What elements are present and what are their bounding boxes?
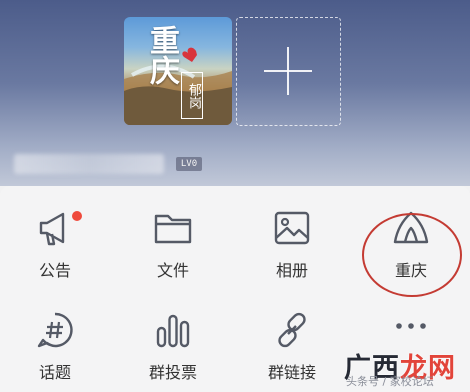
group-cover-image[interactable]: 重庆 郁岗 bbox=[124, 17, 232, 125]
menu-item-label: 相册 bbox=[275, 261, 308, 280]
menu-item-label: 群链接 bbox=[267, 363, 316, 382]
group-header: 重庆 郁岗 LV0 bbox=[0, 0, 470, 186]
menu-item-label: 群投票 bbox=[148, 363, 197, 382]
more-icon bbox=[396, 323, 426, 329]
hashtag-icon bbox=[37, 312, 73, 348]
cover-subtitle-text: 郁岗 bbox=[181, 72, 203, 119]
level-badge: LV0 bbox=[176, 157, 202, 171]
blurred-username bbox=[14, 154, 164, 174]
photo-album-icon bbox=[274, 211, 310, 245]
plus-icon-v bbox=[287, 47, 289, 95]
folder-icon bbox=[154, 214, 192, 244]
menu-item-group-link[interactable]: 群链接 bbox=[247, 310, 337, 390]
add-cover-button[interactable] bbox=[236, 17, 341, 126]
menu-item-label: 话题 bbox=[38, 363, 71, 382]
menu-item-album[interactable]: 相册 bbox=[247, 208, 337, 288]
cover-title-text: 重庆 bbox=[144, 25, 179, 85]
notification-dot bbox=[72, 211, 82, 221]
highlight-circle-annotation bbox=[362, 213, 462, 297]
menu-item-announcement[interactable]: 公告 bbox=[10, 208, 100, 288]
menu-item-files[interactable]: 文件 bbox=[128, 208, 218, 288]
watermark-subtitle: 头条号 / 家校论坛 bbox=[346, 375, 434, 388]
menu-item-topics[interactable]: 话题 bbox=[10, 310, 100, 390]
bar-chart-icon bbox=[156, 314, 190, 348]
menu-item-group-vote[interactable]: 群投票 bbox=[128, 310, 218, 390]
link-icon bbox=[278, 312, 306, 348]
megaphone-icon bbox=[39, 212, 65, 246]
menu-item-label: 文件 bbox=[156, 261, 189, 280]
menu-item-label: 公告 bbox=[38, 261, 71, 280]
